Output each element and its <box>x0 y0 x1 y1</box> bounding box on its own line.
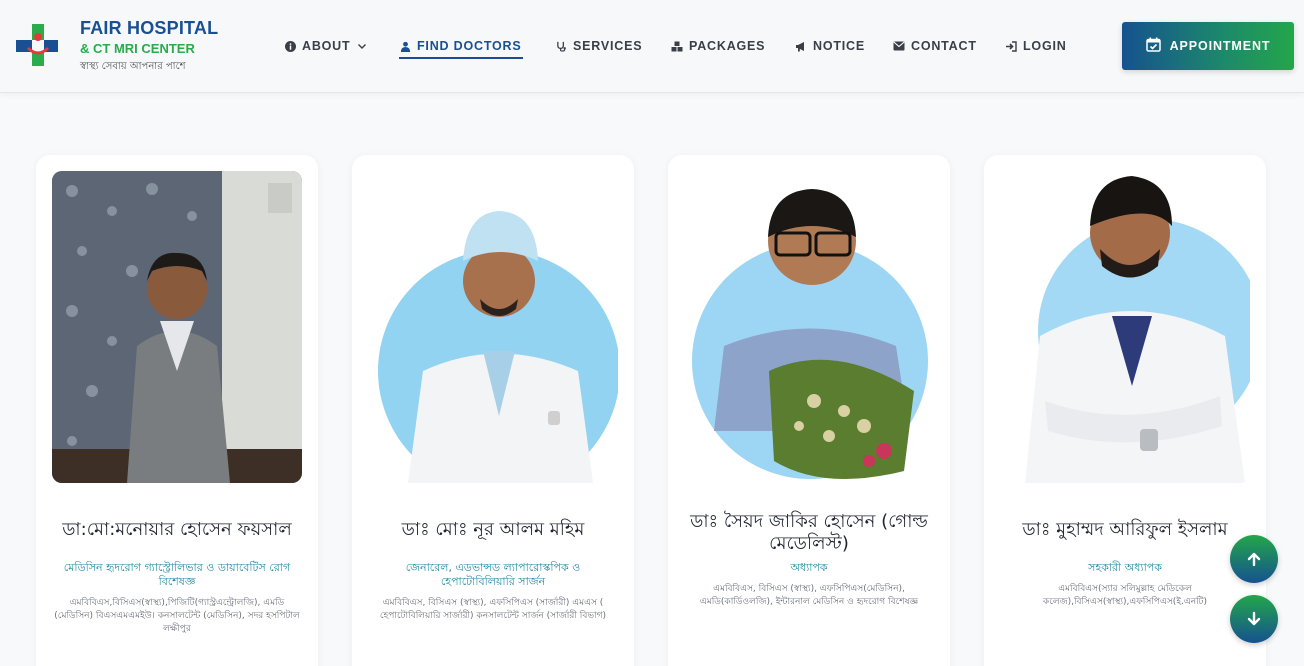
doctor-qualification: এমবিবিএস(স্যার সলিমুল্লাহ মেডিকেল কলেজ),… <box>1042 584 1208 607</box>
doctor-photo <box>368 171 618 483</box>
doctor-name[interactable]: ডাঃ মোঃ নূর আলম মহিম <box>362 519 624 541</box>
scroll-to-top-button[interactable] <box>1230 535 1278 583</box>
nav-label: PACKAGES <box>689 39 766 53</box>
doctor-card[interactable]: ডা:মো:মনোয়ার হোসেন ফয়সাল মেডিসিন হৃদরো… <box>36 155 318 666</box>
appointment-button[interactable]: APPOINTMENT <box>1122 22 1294 70</box>
doctor-specialty: অধ্যাপক <box>790 561 828 574</box>
nav-label: LOGIN <box>1023 39 1067 53</box>
chevron-down-icon <box>356 40 368 52</box>
arrow-down-icon <box>1247 611 1261 626</box>
envelope-icon <box>893 40 905 52</box>
nav-label: SERVICES <box>573 39 643 53</box>
stethoscope-icon <box>555 40 567 52</box>
active-nav-indicator <box>399 57 523 59</box>
main-nav: ABOUT FIND DOCTORS SERVICES PACKAGES NOT… <box>0 0 1304 93</box>
nav-services[interactable]: SERVICES <box>555 38 642 54</box>
megaphone-icon <box>795 40 807 52</box>
nav-login[interactable]: LOGIN <box>1005 38 1067 54</box>
nav-find-doctors[interactable]: FIND DOCTORS <box>399 38 522 54</box>
nav-label: CONTACT <box>911 39 977 53</box>
doctor-specialty: জেনারেল, এডভান্সড ল্যাপারোস্কপিক ও হেপাট… <box>405 561 581 588</box>
doctor-card[interactable]: ডাঃ সৈয়দ জাকির হোসেন (গোল্ড মেডেলিস্ট) … <box>668 155 950 666</box>
site-header: FAIR HOSPITAL & CT MRI CENTER স্বাস্থ্য … <box>0 0 1304 93</box>
doctor-card[interactable]: ডাঃ মোঃ নূর আলম মহিম জেনারেল, এডভান্সড ল… <box>352 155 634 666</box>
boxes-icon <box>671 40 683 52</box>
doctor-qualification: এমবিবিএস, বিসিএস (স্বাস্থ্য), এফসিপিএস(ম… <box>699 584 919 607</box>
appointment-label: APPOINTMENT <box>1169 39 1271 53</box>
doctor-card[interactable]: ডাঃ মুহাম্মদ আরিফুল ইসলাম সহকারী অধ্যাপক… <box>984 155 1266 666</box>
doctor-name[interactable]: ডাঃ মুহাম্মদ আরিফুল ইসলাম <box>994 519 1256 541</box>
doctor-name[interactable]: ডা:মো:মনোয়ার হোসেন ফয়সাল <box>46 519 308 541</box>
nav-packages[interactable]: PACKAGES <box>671 38 765 54</box>
user-icon <box>399 40 411 52</box>
info-icon <box>284 40 296 52</box>
doctor-qualification: এমবিবিএস,বিসিএস(স্বাস্থ্য),পিজিটি(গ্যাস্… <box>54 598 300 634</box>
nav-contact[interactable]: CONTACT <box>893 38 977 54</box>
nav-notice[interactable]: NOTICE <box>795 38 865 54</box>
doctor-qualification: এমবিবিএস, বিসিএস (স্বাস্থ্য), এফসিপিএস (… <box>379 598 607 621</box>
arrow-up-icon <box>1247 552 1261 567</box>
doctor-photo <box>1000 171 1250 483</box>
doctor-photo <box>52 171 302 483</box>
sign-in-icon <box>1005 40 1017 52</box>
doctor-specialty: সহকারী অধ্যাপক <box>1088 561 1162 574</box>
nav-about[interactable]: ABOUT <box>284 38 368 54</box>
scroll-to-bottom-button[interactable] <box>1230 595 1278 643</box>
doctor-specialty: মেডিসিন হৃদরোগ গ্যাস্ট্রোলিভার ও ডায়াবে… <box>63 561 291 588</box>
nav-label: NOTICE <box>813 39 866 53</box>
nav-label: FIND DOCTORS <box>417 39 522 53</box>
calendar-check-icon <box>1145 37 1161 55</box>
nav-label: ABOUT <box>302 39 351 53</box>
doctor-photo <box>684 171 934 483</box>
doctor-name[interactable]: ডাঃ সৈয়দ জাকির হোসেন (গোল্ড মেডেলিস্ট) <box>678 511 940 555</box>
